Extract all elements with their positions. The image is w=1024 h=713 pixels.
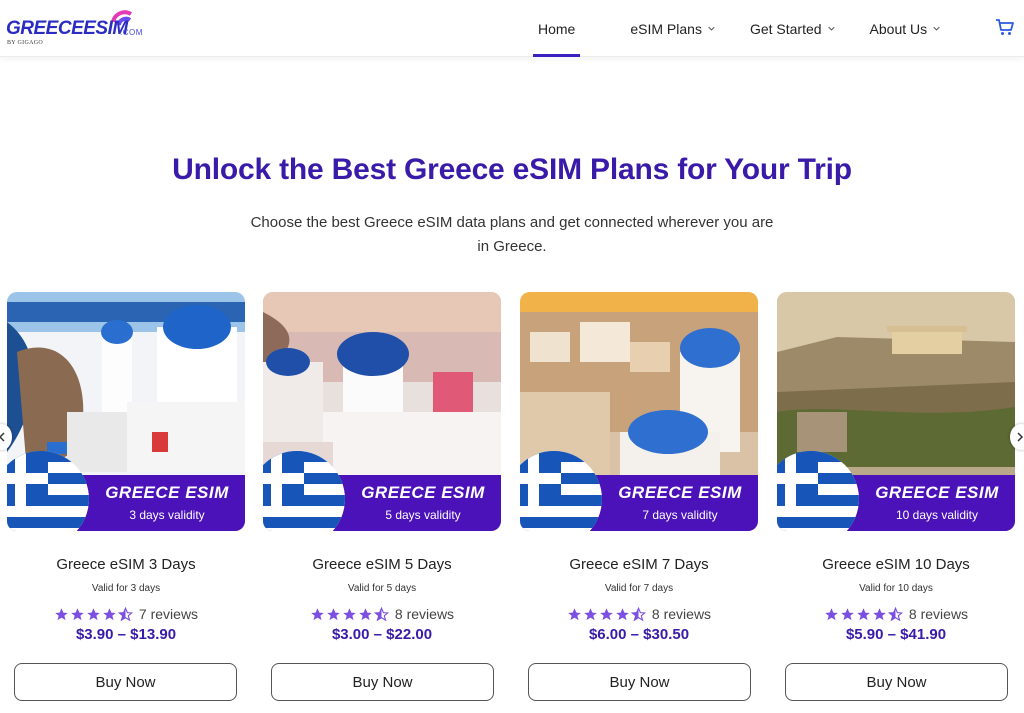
product-rating: 8 reviews <box>777 606 1015 622</box>
product-rating: 8 reviews <box>520 606 758 622</box>
review-count[interactable]: 7 reviews <box>139 606 198 622</box>
star-icon <box>343 607 356 620</box>
logo-domain: .COM <box>120 28 143 37</box>
star-icon <box>584 607 597 620</box>
nav-item-get-started[interactable]: Get Started <box>750 0 835 57</box>
banner-validity: 3 days validity <box>129 508 205 522</box>
star-icon <box>568 607 581 620</box>
page-title: Unlock the Best Greece eSIM Plans for Yo… <box>172 153 852 186</box>
product-price: $3.90 – $13.90 <box>75 626 177 643</box>
nav-item-label: eSIM Plans <box>630 20 702 37</box>
star-icon <box>71 607 84 620</box>
half-star-icon <box>117 606 133 621</box>
nav-item-home[interactable]: Home <box>533 0 581 57</box>
banner-title: GREECE ESIM <box>875 483 999 502</box>
product-image[interactable]: GREECE ESIM 10 days validity <box>777 292 1015 531</box>
nav-item-label: Get Started <box>749 20 822 37</box>
star-icon <box>87 607 100 620</box>
star-rating <box>54 606 134 622</box>
banner-title: GREECE ESIM <box>361 483 485 502</box>
product-validity: Valid for 7 days <box>604 583 674 594</box>
product-price: $3.00 – $22.00 <box>331 626 433 643</box>
main-nav: Home eSIM Plans Get Started About Us <box>520 0 940 57</box>
banner-validity: 5 days validity <box>385 508 461 522</box>
buy-now-button[interactable]: Buy Now <box>528 663 751 701</box>
banner-title: GREECE ESIM <box>105 483 229 502</box>
buy-now-button[interactable]: Buy Now <box>14 663 237 701</box>
chevron-left-icon <box>0 432 5 442</box>
product-name[interactable]: Greece eSIM 3 Days <box>7 556 245 573</box>
cart-icon[interactable] <box>995 17 1015 37</box>
star-icon <box>600 607 613 620</box>
product-name[interactable]: Greece eSIM 7 Days <box>520 556 758 573</box>
logo-byline: BY GIGAGO <box>7 40 43 46</box>
chevron-down-icon <box>708 26 715 31</box>
product-name[interactable]: Greece eSIM 5 Days <box>263 556 501 573</box>
product-image[interactable]: GREECE ESIM 3 days validity <box>7 292 245 531</box>
product-price: $6.00 – $30.50 <box>588 626 690 643</box>
star-icon <box>311 607 324 620</box>
star-icon <box>103 607 116 620</box>
buy-now-button[interactable]: Buy Now <box>785 663 1008 701</box>
nav-item-label: Home <box>538 20 576 37</box>
star-icon <box>857 607 870 620</box>
banner-title: GREECE ESIM <box>618 483 742 502</box>
star-rating <box>310 606 390 622</box>
product-validity: Valid for 3 days <box>91 583 161 594</box>
product-image[interactable]: GREECE ESIM 5 days validity <box>263 292 501 531</box>
half-star-icon <box>887 606 903 621</box>
banner-validity: 7 days validity <box>642 508 718 522</box>
review-count[interactable]: 8 reviews <box>909 606 968 622</box>
product-card[interactable]: GREECE ESIM 10 days validity Greece eSIM… <box>777 292 1015 643</box>
logo-wordmark: GREECEESIM <box>6 18 128 39</box>
product-rating: 8 reviews <box>263 606 501 622</box>
product-card[interactable]: GREECE ESIM 3 days validity Greece eSIM … <box>7 292 245 643</box>
star-rating <box>824 606 904 622</box>
product-card[interactable]: GREECE ESIM 7 days validity Greece eSIM … <box>520 292 758 643</box>
star-icon <box>55 607 68 620</box>
star-icon <box>359 607 372 620</box>
chevron-down-icon <box>933 26 940 31</box>
product-image[interactable]: GREECE ESIM 7 days validity <box>520 292 758 531</box>
product-validity: Valid for 10 days <box>859 583 933 594</box>
half-star-icon <box>630 606 646 621</box>
nav-item-about-us[interactable]: About Us <box>870 0 941 57</box>
active-indicator <box>533 54 581 57</box>
star-icon <box>825 607 838 620</box>
star-icon <box>841 607 854 620</box>
nav-item-esim-plans[interactable]: eSIM Plans <box>630 0 715 57</box>
buy-now-button[interactable]: Buy Now <box>271 663 494 701</box>
star-icon <box>873 607 886 620</box>
product-name[interactable]: Greece eSIM 10 Days <box>777 556 1015 573</box>
site-header: GREECEESIM .COM BY GIGAGO Home eSIM Plan… <box>0 0 1024 57</box>
half-star-icon <box>373 606 389 621</box>
product-validity: Valid for 5 days <box>347 583 417 594</box>
product-card[interactable]: GREECE ESIM 5 days validity Greece eSIM … <box>263 292 501 643</box>
chevron-right-icon <box>1017 432 1024 442</box>
product-rating: 7 reviews <box>7 606 245 622</box>
banner-validity: 10 days validity <box>895 508 979 522</box>
review-count[interactable]: 8 reviews <box>395 606 454 622</box>
page-subtitle: Choose the best Greece eSIM data plans a… <box>250 214 774 255</box>
nav-item-label: About Us <box>869 20 928 37</box>
star-rating <box>567 606 647 622</box>
chevron-down-icon <box>827 26 835 31</box>
site-logo[interactable]: GREECEESIM .COM BY GIGAGO <box>6 6 146 50</box>
star-icon <box>616 607 629 620</box>
review-count[interactable]: 8 reviews <box>652 606 711 622</box>
product-price: $5.90 – $41.90 <box>845 626 947 643</box>
star-icon <box>327 607 340 620</box>
